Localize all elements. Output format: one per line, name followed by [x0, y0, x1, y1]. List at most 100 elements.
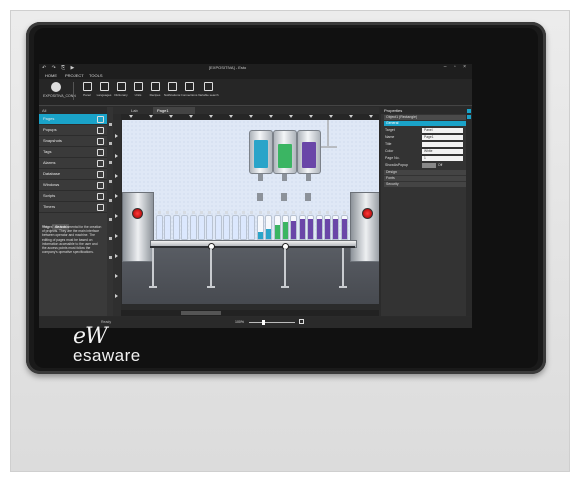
- bottle: [256, 211, 264, 240]
- tank-cyan[interactable]: [249, 130, 273, 181]
- bottle: [265, 211, 273, 240]
- explorer-item-label: Alarms: [43, 160, 56, 165]
- explorer-item-snapshots[interactable]: Snapshots: [39, 136, 107, 147]
- tank-liquid: [254, 140, 268, 168]
- scripts-icon: [97, 193, 104, 200]
- conveyor-leg: [152, 248, 154, 286]
- zoom-slider-thumb[interactable]: [262, 320, 266, 325]
- conveyor-foot: [207, 286, 215, 288]
- tank-green[interactable]: [273, 130, 297, 181]
- explorer-item-label: Tags: [43, 149, 52, 154]
- hmi-screen[interactable]: ↶ ↷ ⎘ ▶ [EXPOSITIVA] - Esto – ▫ × HOME P…: [39, 64, 472, 328]
- tab-page1[interactable]: Page1: [153, 107, 195, 114]
- project-button[interactable]: EXPOSITIVA_CONN: [43, 82, 76, 102]
- bottle: [290, 211, 298, 240]
- zoom-slider[interactable]: [249, 320, 295, 325]
- explorer-item-timers[interactable]: Timers: [39, 202, 107, 213]
- property-row: Name Page1: [384, 134, 469, 141]
- properties-group-general[interactable]: General: [384, 121, 469, 126]
- object-selector[interactable]: Object1 (Rectangle): [384, 115, 469, 120]
- recipes-icon: [150, 82, 160, 91]
- explorer-filter[interactable]: All: [39, 107, 107, 114]
- stop-button-right[interactable]: [362, 208, 373, 219]
- explorer-item-alarms[interactable]: Alarms: [39, 158, 107, 169]
- dictionary-icon: [116, 82, 126, 91]
- menu-project[interactable]: PROJECT: [65, 73, 84, 78]
- properties-title: Properties: [381, 107, 472, 114]
- properties-panel: Properties Object1 (Rectangle) General T…: [381, 107, 472, 316]
- menu-home[interactable]: HOME: [45, 73, 57, 78]
- variable-search-button[interactable]: Variable search: [198, 82, 219, 102]
- menu-tools[interactable]: TOOLS: [89, 73, 103, 78]
- vertical-ruler: [113, 120, 121, 316]
- property-value-field[interactable]: Panel: [422, 128, 463, 133]
- pin-icon[interactable]: [467, 109, 471, 113]
- section-fonts[interactable]: Fonts: [384, 176, 469, 181]
- bottle: [240, 211, 247, 240]
- tank-purple[interactable]: [297, 130, 321, 181]
- connections-label: Connections: [180, 93, 198, 97]
- property-value-field[interactable]: [422, 142, 463, 147]
- help-tabs: Help Search: [39, 215, 107, 230]
- stop-button-left[interactable]: [132, 208, 143, 219]
- bottle: [282, 211, 289, 240]
- alarms-icon: [97, 160, 104, 167]
- explorer-item-label: Scripts: [43, 193, 56, 198]
- conveyor-base: [150, 246, 355, 248]
- bottle: [214, 211, 222, 240]
- explorer-item-label: Database: [43, 171, 61, 176]
- fit-to-screen-icon[interactable]: [299, 319, 304, 324]
- languages-icon: [99, 82, 109, 91]
- property-value-field[interactable]: Page1: [422, 135, 463, 140]
- timers-icon: [97, 204, 104, 211]
- bottle: [181, 211, 189, 240]
- canvas-scrollbar[interactable]: [121, 310, 379, 316]
- tags-icon: [97, 149, 104, 156]
- explorer-item-label: Popups: [43, 127, 57, 132]
- bottle: [164, 211, 172, 240]
- filler-nozzle: [281, 193, 287, 201]
- explorer-item-tags[interactable]: Tags: [39, 147, 107, 158]
- explorer-item-popups[interactable]: Popups: [39, 125, 107, 136]
- bottle: [273, 211, 281, 240]
- project-label: EXPOSITIVA_CONN: [43, 94, 76, 98]
- filler-nozzle: [305, 193, 311, 201]
- project-icon: [51, 82, 61, 92]
- conveyor-foot: [339, 286, 347, 288]
- property-key: Title: [385, 142, 392, 146]
- property-row: Target Panel: [384, 127, 469, 134]
- scrollbar-thumb[interactable]: [181, 311, 221, 315]
- bottle: [332, 211, 340, 240]
- property-row: Color White: [384, 148, 469, 155]
- section-security[interactable]: Security: [384, 182, 469, 187]
- help-description: "Pages" are fundamental for the creation…: [42, 225, 102, 255]
- bottle: [223, 211, 231, 240]
- explorer-item-label: Snapshots: [43, 138, 62, 143]
- explorer-item-windows[interactable]: Windows: [39, 180, 107, 191]
- tab-lab[interactable]: Lab: [127, 107, 142, 114]
- explorer-item-database[interactable]: Database: [39, 169, 107, 180]
- quick-access-icons[interactable]: ↶ ↷ ⎘ ▶: [42, 65, 76, 71]
- explorer-item-pages[interactable]: Pages: [39, 114, 107, 125]
- logo-text: esaware: [73, 346, 141, 365]
- property-row: Title: [384, 141, 469, 148]
- page-canvas[interactable]: [122, 120, 379, 304]
- properties-side-tools: [466, 107, 472, 316]
- title-bar: ↶ ↷ ⎘ ▶ [EXPOSITIVA] - Esto – ▫ ×: [39, 64, 472, 73]
- connections-button[interactable]: Connections: [179, 82, 199, 102]
- bottle: [340, 211, 348, 240]
- connections-icon: [184, 82, 194, 91]
- panel-icon: [82, 82, 92, 91]
- explorer-item-scripts[interactable]: Scripts: [39, 191, 107, 202]
- property-key: Color: [385, 149, 394, 153]
- database-icon: [97, 171, 104, 178]
- window-controls[interactable]: – ▫ ×: [444, 64, 469, 70]
- units-icon: [133, 82, 143, 91]
- show-as-popup-toggle[interactable]: [422, 163, 436, 168]
- property-value-field[interactable]: 1: [422, 156, 463, 161]
- section-design[interactable]: Design: [384, 170, 469, 175]
- property-key: ShowAsPopup: [385, 163, 408, 167]
- bottle: [307, 211, 315, 240]
- property-value-field[interactable]: White: [422, 149, 463, 154]
- settings-icon[interactable]: [467, 115, 471, 119]
